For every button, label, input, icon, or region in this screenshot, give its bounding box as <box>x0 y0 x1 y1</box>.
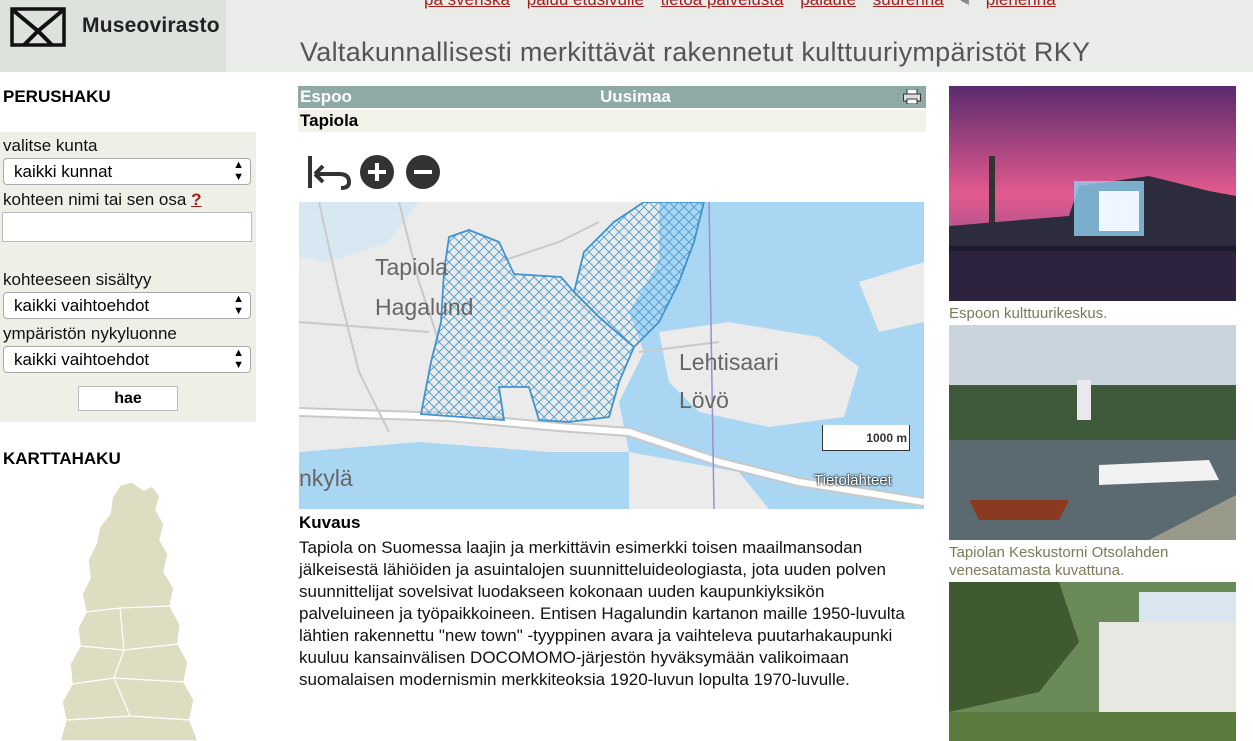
photo-residential-building[interactable] <box>949 582 1236 741</box>
name-label: kohteen nimi tai sen osa ? <box>3 190 201 210</box>
municipality-select-value: kaikki kunnat <box>14 162 113 181</box>
link-home[interactable]: paluu etusivulle <box>527 0 644 9</box>
select-arrow-icon: ▲ ▼ <box>233 347 244 371</box>
link-feedback[interactable]: palaute <box>800 0 856 9</box>
basic-search-heading: PERUSHAKU <box>3 87 111 106</box>
map-search-heading: KARTTAHAKU <box>3 449 121 468</box>
character-select[interactable]: kaikki vaihtoehdot ▲ ▼ <box>3 346 251 373</box>
contains-select-value: kaikki vaihtoehdot <box>14 296 150 315</box>
search-button[interactable]: hae <box>78 386 178 411</box>
photo-otsolahti-marina[interactable] <box>949 325 1236 540</box>
separator: ◂ <box>960 0 969 9</box>
top-links: på svenska paluu etusivulle tietoa palve… <box>424 0 1068 10</box>
printer-icon[interactable] <box>903 89 921 104</box>
photo-caption: Tapiolan Keskustorni Otsolahden venesata… <box>949 544 1169 579</box>
record-municipality: Espoo <box>300 87 352 106</box>
map-reset-icon[interactable] <box>308 156 352 190</box>
character-label: ympäristön nykyluonne <box>3 324 177 343</box>
map-attribution-link[interactable]: Tietolähteet <box>814 472 892 489</box>
municipality-select[interactable]: kaikki kunnat ▲ ▼ <box>3 158 251 185</box>
record-header: Espoo Uusimaa <box>298 86 926 108</box>
contains-label: kohteeseen sisältyy <box>3 270 152 289</box>
character-select-value: kaikki vaihtoehdot <box>14 350 150 369</box>
description-heading: Kuvaus <box>299 513 361 532</box>
museovirasto-logo-icon <box>10 7 66 47</box>
map-label-nkyla: nkylä <box>299 465 353 491</box>
zoom-out-icon[interactable] <box>406 155 440 189</box>
photo-cultural-centre[interactable] <box>949 86 1236 301</box>
map-label-lovo: Lövö <box>679 387 729 413</box>
map-label-hagalund: Hagalund <box>375 294 473 320</box>
map-scale-bar: 1000 m <box>822 425 910 451</box>
record-name: Tapiola <box>298 110 926 132</box>
link-reduce[interactable]: pienennä <box>986 0 1056 9</box>
header: Museovirasto på svenska paluu etusivulle… <box>0 0 1253 72</box>
select-arrow-icon: ▲ ▼ <box>233 159 244 183</box>
page-title: Valtakunnallisesti merkittävät rakennetu… <box>300 37 1091 67</box>
select-arrow-icon: ▲ ▼ <box>233 293 244 317</box>
municipality-label: valitse kunta <box>3 136 98 155</box>
contains-select[interactable]: kaikki vaihtoehdot ▲ ▼ <box>3 292 251 319</box>
logo[interactable]: Museovirasto <box>0 0 226 72</box>
name-input[interactable] <box>2 212 252 242</box>
map-label-tapiola: Tapiola <box>375 254 448 280</box>
link-enlarge[interactable]: suurenna <box>873 0 944 9</box>
map-label-lehtisaari: Lehtisaari <box>679 349 779 375</box>
help-link[interactable]: ? <box>191 190 201 209</box>
finland-map[interactable] <box>60 480 200 741</box>
map-toolbar <box>305 150 455 197</box>
map-view[interactable]: Tapiola Hagalund Lehtisaari Lövö nkylä <box>299 202 924 509</box>
link-swedish[interactable]: på svenska <box>424 0 510 9</box>
map-scale-label: 1000 m <box>866 431 907 445</box>
description-text: Tapiola on Suomessa laajin ja merkittävi… <box>299 538 905 689</box>
zoom-in-icon[interactable] <box>360 155 394 189</box>
name-label-text: kohteen nimi tai sen osa <box>3 190 187 209</box>
photo-caption: Espoon kulttuurikeskus. <box>949 305 1108 322</box>
record-region: Uusimaa <box>600 87 671 106</box>
link-about[interactable]: tietoa palvelusta <box>661 0 784 9</box>
logo-text: Museovirasto <box>82 14 220 37</box>
